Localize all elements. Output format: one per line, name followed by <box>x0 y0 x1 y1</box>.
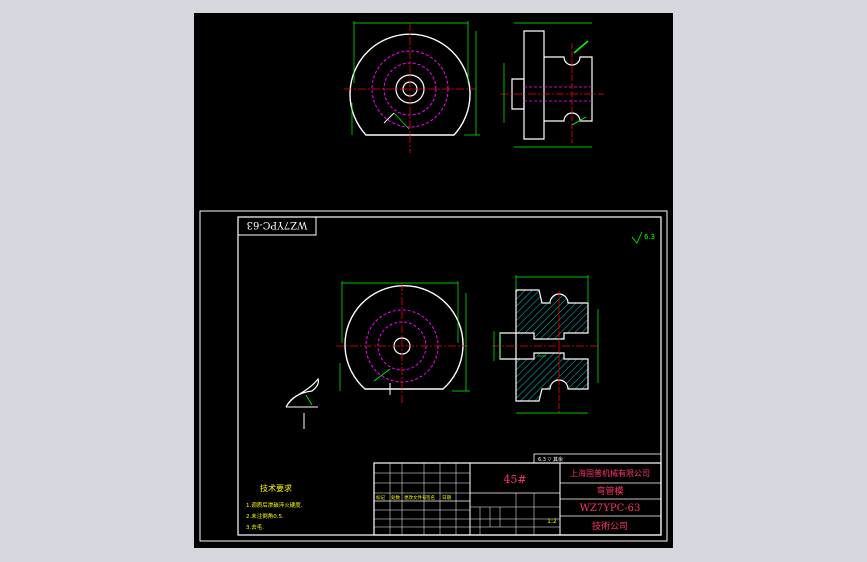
small-label-2: 更改文件号 <box>404 494 427 501</box>
top-front-view <box>344 21 480 153</box>
cad-drawing: WZ7YPC-63 6.3 技术要求 1.调质后渗碳淬火硬度. 2.未注倒角0.… <box>199 21 668 542</box>
scale: 1:2 <box>547 518 557 525</box>
title-block: 6.3 ▽ 其余 标记 处数 更改文件号 签名 日期 45# 上海固普机械有限公… <box>373 453 662 536</box>
bottom-section-view <box>492 275 599 414</box>
small-label-4: 日期 <box>442 495 451 501</box>
bottom-front-view <box>336 281 470 405</box>
department: 技術公司 <box>592 520 628 532</box>
cad-viewport[interactable]: WZ7YPC-63 6.3 技术要求 1.调质后渗碳淬火硬度. 2.未注倒角0.… <box>194 13 673 548</box>
tech-req-item-1: 1.调质后渗碳淬火硬度. <box>246 501 303 509</box>
tech-req-item-3: 3.去毛. <box>246 523 264 531</box>
material: 45# <box>503 473 526 486</box>
tech-req-title: 技术要求 <box>260 483 292 493</box>
roughness-symbol: 6.3 <box>644 233 655 241</box>
drawing-number: WZ7YPC-63 <box>580 503 641 514</box>
small-label-3: 签名 <box>426 494 435 501</box>
company-name: 上海固普机械有限公司 <box>570 468 650 478</box>
technical-requirements: 技术要求 1.调质后渗碳淬火硬度. 2.未注倒角0.5. 3.去毛. <box>246 483 303 531</box>
sheet-title-mirrored: WZ7YPC-63 <box>247 219 308 230</box>
detail-view <box>285 377 319 429</box>
tech-req-item-2: 2.未注倒角0.5. <box>246 512 284 520</box>
small-label-1: 处数 <box>391 494 400 501</box>
top-right-label: 6.3 ▽ 其余 <box>538 456 563 463</box>
top-side-view <box>500 22 604 148</box>
part-name: 弯管模 <box>596 485 623 497</box>
small-label-0: 标记 <box>376 494 385 501</box>
